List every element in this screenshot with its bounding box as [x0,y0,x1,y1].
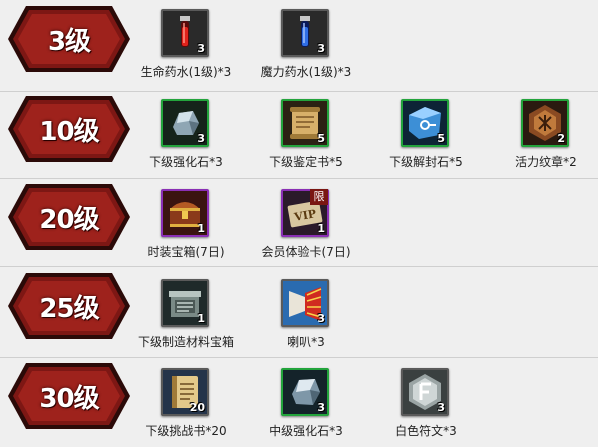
reward-item[interactable]: 3 下级强化石*3 [126,97,246,171]
reward-row-level-20: 20级 1 时装宝箱(7日) VIP 1 限 会员体验卡(7日) [0,180,598,268]
reward-item[interactable]: 5 下级解封石*5 [366,97,486,171]
item-count: 3 [317,42,325,55]
level-badge: 10级 [4,92,134,166]
reward-item[interactable]: 1 时装宝箱(7日) [126,187,246,261]
reward-item[interactable]: 3 生命药水(1级)*3 [126,7,246,81]
challenge-book-icon[interactable]: 20 [161,368,209,416]
item-name: 下级挑战书*20 [145,424,227,438]
white-rune-icon[interactable]: 3 [401,368,449,416]
item-name: 活力纹章*2 [515,155,577,169]
reward-row-level-10: 10级 3 下级强化石*3 5 下级鉴定书*5 5 下级解封石*5 2 活力纹章… [0,92,598,180]
item-count: 1 [317,222,325,235]
item-name: 中级强化石*3 [269,424,343,438]
red-potion-icon[interactable]: 3 [161,9,209,57]
reward-item[interactable]: 5 下级鉴定书*5 [246,97,366,171]
item-count: 1 [197,222,205,235]
level-badge: 25级 [4,269,134,343]
fashion-chest-icon[interactable]: 1 [161,189,209,237]
reward-item[interactable]: 3 喇叭*3 [246,277,366,351]
limited-badge: 限 [310,189,328,205]
level-badge: 3级 [4,2,134,76]
horn-icon[interactable]: 3 [281,279,329,327]
item-name: 会员体验卡(7日) [261,245,351,259]
level-badge: 30级 [4,359,134,433]
item-count: 1 [197,312,205,325]
level-label: 30级 [39,383,99,414]
item-count: 3 [437,401,445,414]
item-count: 5 [317,132,325,145]
item-count: 3 [317,312,325,325]
item-count: 3 [197,132,205,145]
level-label: 20级 [39,204,99,235]
item-count: 5 [437,132,445,145]
vitality-emblem-icon[interactable]: 2 [521,99,569,147]
enhance-stone-icon[interactable]: 3 [161,99,209,147]
reward-row-level-25: 25级 1 下级制造材料宝箱 3 喇叭*3 [0,269,598,357]
item-count: 2 [557,132,565,145]
appraisal-scroll-icon[interactable]: 5 [281,99,329,147]
reward-item[interactable]: 2 活力纹章*2 [486,97,598,171]
item-name: 魔力药水(1级)*3 [260,65,352,79]
reward-item[interactable]: 20 下级挑战书*20 [126,366,246,440]
reward-item[interactable]: 3 中级强化石*3 [246,366,366,440]
item-name: 下级鉴定书*5 [269,155,343,169]
item-name: 下级强化石*3 [149,155,223,169]
reward-item[interactable]: 3 白色符文*3 [366,366,486,440]
item-count: 3 [197,42,205,55]
level-badge: 20级 [4,180,134,254]
mid-enhance-stone-icon[interactable]: 3 [281,368,329,416]
reward-row-level-30: 30级 20 下级挑战书*20 3 中级强化石*3 3 白色符文*3 [0,359,598,447]
item-name: 白色符文*3 [395,424,457,438]
blue-potion-icon[interactable]: 3 [281,9,329,57]
level-label: 3级 [47,26,91,57]
reward-item[interactable]: 3 魔力药水(1级)*3 [246,7,366,81]
item-name: 喇叭*3 [287,335,325,349]
item-count: 20 [189,401,205,414]
unseal-stone-icon[interactable]: 5 [401,99,449,147]
item-count: 3 [317,401,325,414]
reward-item[interactable]: VIP 1 限 会员体验卡(7日) [246,187,366,261]
item-name: 生命药水(1级)*3 [140,65,232,79]
reward-row-level-3: 3级 3 生命药水(1级)*3 3 魔力药水(1级)*3 [0,2,598,90]
level-label: 10级 [39,116,99,147]
reward-item[interactable]: 1 下级制造材料宝箱 [126,277,246,351]
material-box-icon[interactable]: 1 [161,279,209,327]
item-name: 时装宝箱(7日) [147,245,225,259]
level-label: 25级 [39,293,99,324]
item-name: 下级解封石*5 [389,155,463,169]
row-divider [0,357,598,358]
item-name: 下级制造材料宝箱 [137,335,234,349]
